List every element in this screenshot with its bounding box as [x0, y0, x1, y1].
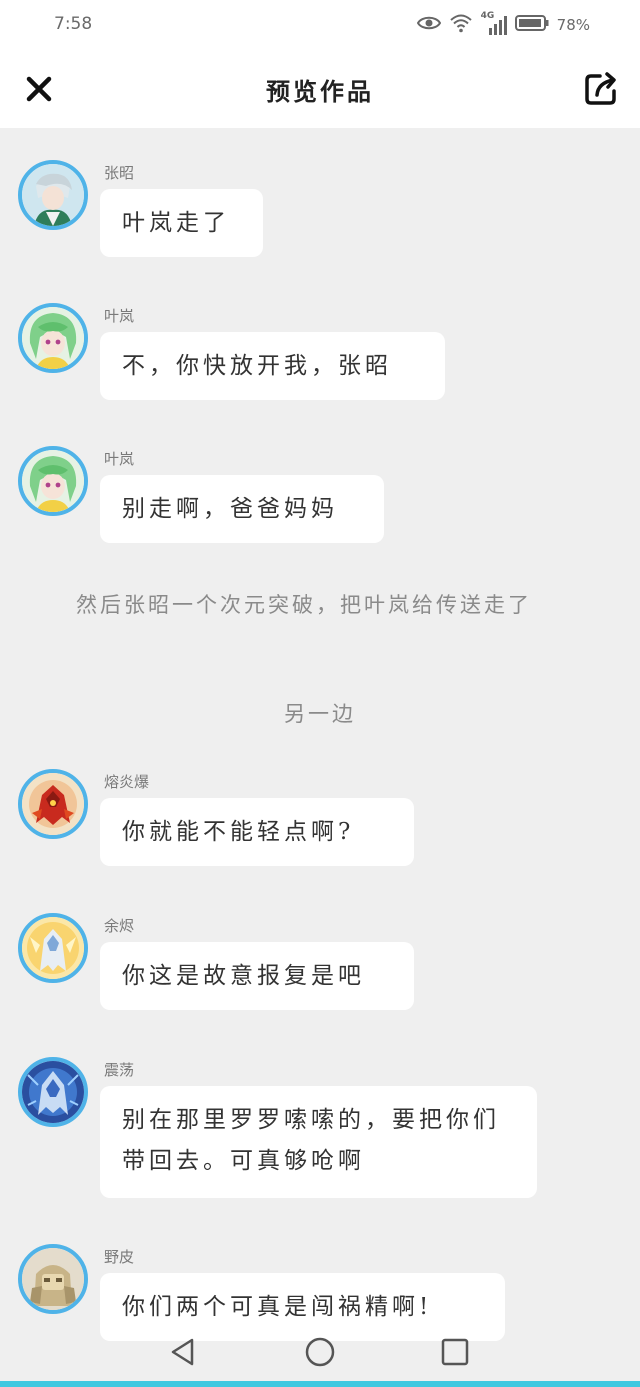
avatar-zhangzhao-icon — [22, 164, 84, 226]
avatar-yelan-icon — [22, 307, 84, 369]
cellular-signal-icon: 4G — [481, 11, 507, 36]
avatar[interactable] — [18, 769, 88, 839]
sender-name: 野皮 — [104, 1248, 135, 1266]
scene-break-text: 另一边 — [284, 702, 356, 726]
avatar[interactable] — [18, 913, 88, 983]
message-bubble[interactable]: 别走啊，爸爸妈妈 — [100, 475, 384, 543]
preview-screen: 7:58 4G 78% 预览作品 张昭 叶岚走了 叶岚 不，你快放开我，张昭 叶… — [0, 0, 640, 1387]
avatar[interactable] — [18, 1244, 88, 1314]
message-bubble[interactable]: 你就能不能轻点啊? — [100, 798, 414, 866]
battery-icon — [514, 14, 549, 36]
share-button[interactable] — [582, 70, 620, 108]
status-time: 7:58 — [54, 14, 93, 34]
wifi-icon — [449, 13, 473, 37]
avatar-rongyanbao-icon — [22, 773, 84, 835]
sender-name: 叶岚 — [104, 450, 135, 468]
narration-text: 然后张昭一个次元突破，把叶岚给传送走了 — [76, 593, 532, 617]
avatar[interactable] — [18, 1057, 88, 1127]
page-title: 预览作品 — [266, 77, 374, 106]
header: 预览作品 — [0, 50, 640, 128]
back-triangle-icon — [171, 1338, 194, 1366]
message-bubble[interactable]: 叶岚走了 — [100, 189, 263, 257]
avatar[interactable] — [18, 303, 88, 373]
message-bubble[interactable]: 不，你快放开我，张昭 — [100, 332, 445, 400]
bottom-accent-line — [0, 1381, 640, 1387]
back-button[interactable] — [165, 1334, 201, 1370]
recents-button[interactable] — [437, 1334, 473, 1370]
recents-square-icon — [441, 1338, 469, 1366]
sender-name: 熔炎爆 — [104, 773, 150, 791]
sender-name: 张昭 — [104, 164, 135, 182]
eye-icon — [416, 15, 441, 35]
battery-percent: 78% — [556, 16, 590, 34]
avatar-yelan-icon — [22, 450, 84, 512]
avatar-yepi-icon — [22, 1248, 84, 1310]
message-bubble[interactable]: 别在那里罗罗嗦嗦的，要把你们带回去。可真够呛啊 — [100, 1086, 537, 1198]
avatar[interactable] — [18, 160, 88, 230]
status-bar: 7:58 4G 78% — [0, 0, 640, 50]
avatar-zhendang-icon — [22, 1061, 84, 1123]
sender-name: 震荡 — [104, 1061, 135, 1079]
sender-name: 叶岚 — [104, 307, 135, 325]
avatar[interactable] — [18, 446, 88, 516]
status-icons: 4G 78% — [416, 11, 590, 38]
sender-name: 余烬 — [104, 917, 135, 935]
share-icon — [585, 72, 616, 105]
message-bubble[interactable]: 你这是故意报复是吧 — [100, 942, 414, 1010]
home-button[interactable] — [302, 1334, 338, 1370]
chat-area[interactable]: 张昭 叶岚走了 叶岚 不，你快放开我，张昭 叶岚 别走啊，爸爸妈妈 然后张昭一个… — [0, 128, 640, 1341]
navigation-bar — [0, 1320, 640, 1387]
home-circle-icon — [305, 1337, 335, 1367]
avatar-yujin-icon — [22, 917, 84, 979]
